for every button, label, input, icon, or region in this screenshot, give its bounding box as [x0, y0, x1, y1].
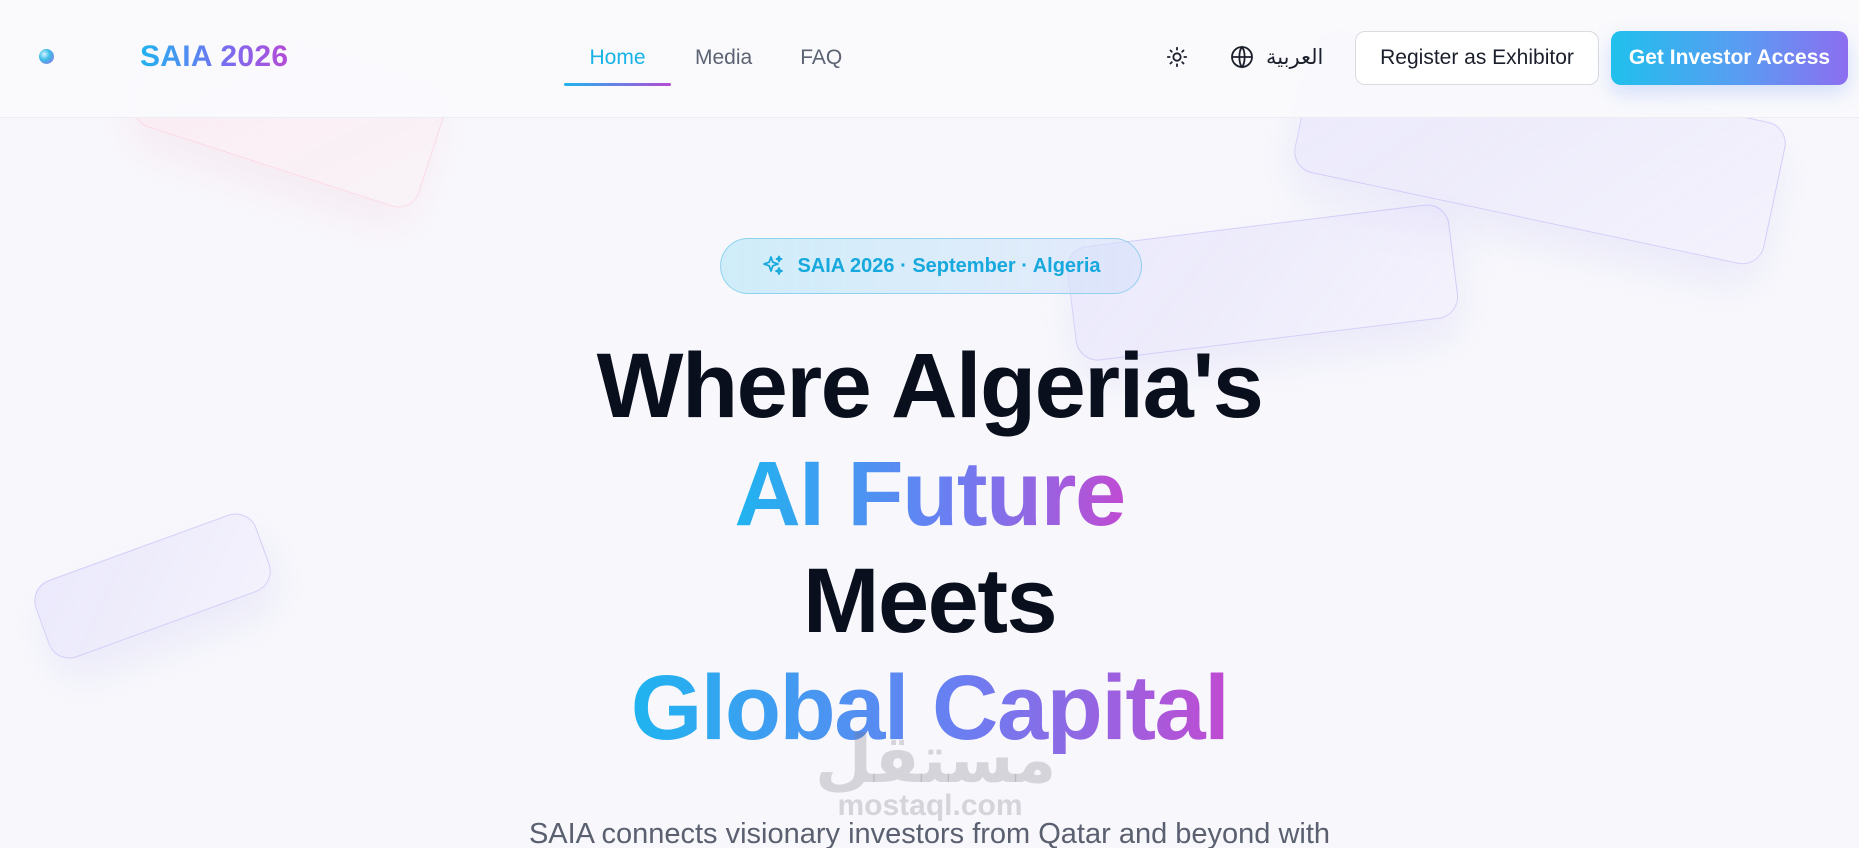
hero-title-line-2: AI Future — [0, 448, 1859, 540]
register-exhibitor-button[interactable]: Register as Exhibitor — [1355, 31, 1599, 85]
sun-icon — [1166, 46, 1188, 68]
theme-toggle-button[interactable] — [1160, 40, 1194, 74]
main-nav: Home Media FAQ — [564, 0, 866, 118]
nav-media[interactable]: Media — [671, 0, 776, 118]
language-label: العربية — [1266, 45, 1324, 69]
hero-title-line-1: Where Algeria's — [596, 335, 1264, 437]
nav-faq[interactable]: FAQ — [776, 0, 866, 118]
watermark: مستقل mostaql.com — [815, 721, 1057, 823]
site-header: SAIA 2026 Home Media FAQ العربية Registe… — [0, 0, 1859, 118]
language-switch-button[interactable]: العربية — [1230, 38, 1323, 76]
investor-access-button[interactable]: Get Investor Access — [1611, 31, 1848, 85]
watermark-arabic: مستقل — [815, 721, 1057, 798]
event-badge: SAIA 2026 · September · Algeria — [720, 238, 1142, 294]
globe-icon — [1231, 45, 1253, 69]
hero-highlight-ai-future: AI Future — [734, 443, 1126, 545]
nav-home[interactable]: Home — [564, 0, 671, 118]
hero-subtitle: SAIA connects visionary investors from Q… — [528, 818, 1331, 848]
logo-icon[interactable] — [39, 49, 54, 64]
event-badge-text: SAIA 2026 · September · Algeria — [797, 254, 1101, 277]
sparkles-icon — [763, 255, 784, 275]
hero-title-line-3: Meets — [802, 550, 1058, 652]
brand-name[interactable]: SAIA 2026 — [140, 40, 288, 74]
